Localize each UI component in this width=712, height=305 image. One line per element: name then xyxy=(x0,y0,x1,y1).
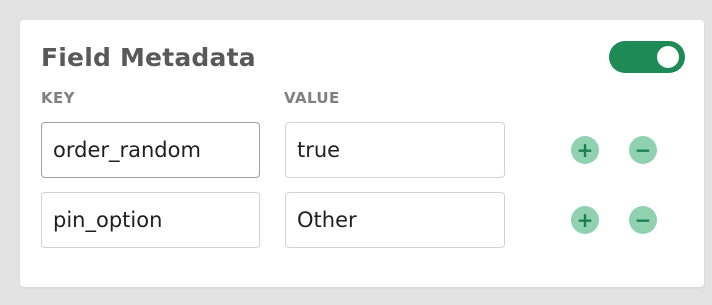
enable-toggle[interactable] xyxy=(609,41,685,73)
key-column-label: KEY xyxy=(41,89,75,107)
key-input[interactable] xyxy=(41,122,260,178)
field-metadata-panel: Field Metadata KEY VALUE + − + − xyxy=(20,20,704,287)
key-input[interactable] xyxy=(41,192,260,248)
add-row-button[interactable]: + xyxy=(571,136,599,164)
add-row-button[interactable]: + xyxy=(571,206,599,234)
remove-row-button[interactable]: − xyxy=(629,136,657,164)
panel-title: Field Metadata xyxy=(41,43,256,72)
remove-row-button[interactable]: − xyxy=(629,206,657,234)
plus-icon: + xyxy=(576,208,594,232)
toggle-knob xyxy=(657,46,679,68)
minus-icon: − xyxy=(634,208,652,232)
value-input[interactable] xyxy=(285,192,505,248)
metadata-row: + − xyxy=(20,122,704,178)
minus-icon: − xyxy=(634,138,652,162)
plus-icon: + xyxy=(576,138,594,162)
metadata-row: + − xyxy=(20,192,704,248)
value-input[interactable] xyxy=(285,122,505,178)
value-column-label: VALUE xyxy=(284,89,340,107)
